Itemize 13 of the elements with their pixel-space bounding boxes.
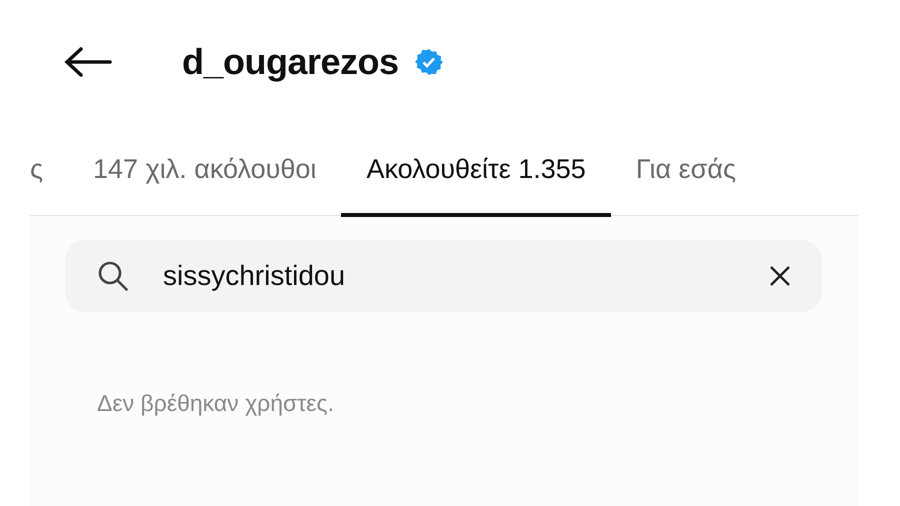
search-input[interactable]: sissychristidou — [163, 260, 768, 292]
empty-message: Δεν βρέθηκαν χρήστες. — [97, 390, 336, 417]
tab[interactable]: Ακολουθείτε 1.355 — [341, 125, 611, 217]
tab[interactable]: ς — [30, 125, 68, 217]
tab[interactable]: 147 χιλ. ακόλουθοι — [68, 125, 342, 217]
username: d_ougarezos — [182, 41, 399, 83]
clear-button[interactable] — [768, 264, 792, 288]
back-button[interactable] — [64, 45, 114, 79]
search-field[interactable]: sissychristidou — [65, 240, 822, 312]
tab[interactable]: Για εσάς — [610, 125, 761, 217]
close-icon — [768, 264, 792, 288]
search-icon — [97, 260, 129, 292]
back-arrow-icon — [64, 47, 112, 77]
